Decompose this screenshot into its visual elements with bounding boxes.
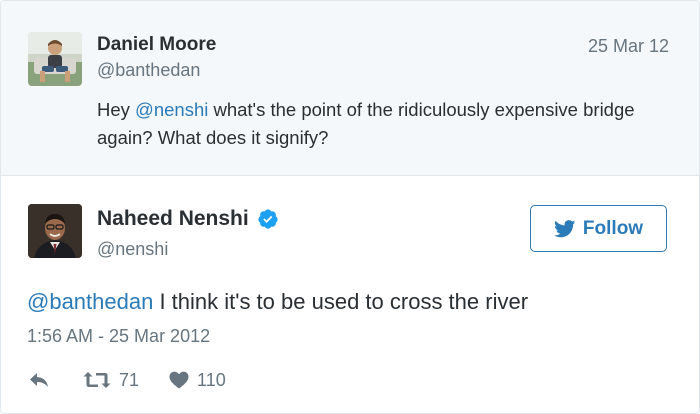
retweet-icon: [83, 371, 111, 389]
follow-button[interactable]: Follow: [530, 205, 667, 252]
main-text-suffix: I think it's to be used to cross the riv…: [153, 289, 529, 314]
parent-tweet-text: Hey @nenshi what's the point of the ridi…: [97, 96, 667, 152]
main-author-name-row[interactable]: Naheed Nenshi: [97, 207, 279, 231]
like-count: 110: [197, 369, 226, 390]
parent-text-prefix: Hey: [97, 99, 136, 120]
main-author-handle[interactable]: @nenshi: [97, 239, 168, 260]
reply-icon: [28, 371, 50, 389]
like-button[interactable]: 110: [169, 370, 226, 391]
parent-tweet-date[interactable]: 25 Mar 12: [588, 36, 669, 57]
retweet-count: 71: [119, 369, 140, 390]
parent-author-handle[interactable]: @banthedan: [97, 60, 200, 81]
tweet-timestamp[interactable]: 1:56 AM - 25 Mar 2012: [27, 326, 210, 347]
parent-avatar[interactable]: [28, 32, 82, 86]
verified-badge-icon: [257, 208, 279, 230]
follow-button-label: Follow: [582, 217, 644, 239]
mention-link-banthedan[interactable]: @banthedan: [27, 289, 153, 314]
tweet-actions: 71 110: [28, 366, 226, 394]
parent-tweet[interactable]: Daniel Moore @banthedan 25 Mar 12 Hey @n…: [1, 1, 699, 176]
retweet-button[interactable]: 71: [83, 370, 139, 391]
heart-icon: [169, 371, 189, 389]
main-author-name[interactable]: Naheed Nenshi: [97, 207, 249, 231]
parent-author-name[interactable]: Daniel Moore: [97, 34, 216, 56]
main-tweet-text: @banthedan I think it's to be used to cr…: [27, 289, 528, 315]
reply-button[interactable]: [28, 371, 50, 389]
tweet-embed-card: Daniel Moore @banthedan 25 Mar 12 Hey @n…: [0, 0, 700, 414]
main-avatar[interactable]: [28, 204, 82, 258]
twitter-bird-icon: [553, 219, 576, 238]
mention-link-nenshi[interactable]: @nenshi: [135, 99, 208, 120]
